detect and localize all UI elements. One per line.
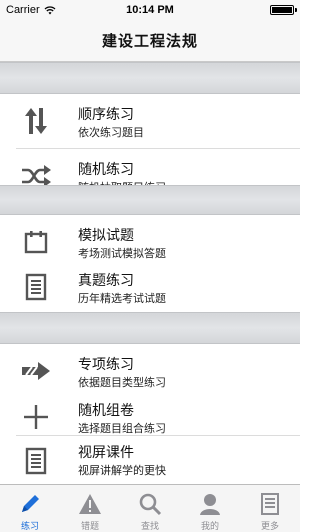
tab-label: 查找 [140, 522, 159, 532]
menu-item-subtitle: 依据题目类型练习 [78, 376, 166, 389]
menu-item-subtitle: 考场测试模拟答题 [78, 247, 166, 260]
pencil-icon [17, 491, 43, 517]
status-bar: Carrier 10:14 PM [0, 0, 300, 20]
document-lines-icon [20, 272, 52, 302]
tab-wrong-questions[interactable]: 错题 [60, 485, 120, 532]
menu-item-subtitle: 选择题目组合练习 [78, 422, 166, 435]
menu-item-title: 视屏课件 [78, 445, 134, 461]
menu-item-subtitle: 依次练习题目 [78, 126, 144, 139]
tab-mine[interactable]: 我的 [180, 485, 240, 532]
tab-label: 我的 [200, 522, 219, 532]
tab-more[interactable]: 更多 [240, 485, 300, 532]
person-icon [197, 491, 223, 517]
tab-label: 练习 [20, 522, 39, 532]
tab-search[interactable]: 查找 [120, 485, 180, 532]
search-icon [137, 491, 163, 517]
menu-item-title: 模拟试题 [78, 228, 134, 244]
battery-icon [270, 5, 297, 15]
menu-item-sequential-practice[interactable]: 顺序练习 依次练习题目 [0, 94, 300, 148]
tab-bar: 练习 错题 查找 我的 更多 [0, 484, 300, 532]
section-separator [0, 62, 300, 94]
section-separator [0, 312, 300, 344]
menu-item-video-courseware[interactable]: 视屏课件 视屏讲解学的更快 [0, 436, 300, 484]
forward-arrow-icon [20, 356, 52, 386]
document-lines-icon [20, 446, 52, 476]
plus-icon [20, 402, 52, 432]
menu-item-past-exams[interactable]: 真题练习 历年精选考试试题 [0, 260, 300, 314]
calendar-icon [20, 227, 52, 257]
menu-item-title: 专项练习 [78, 357, 134, 373]
menu-item-subtitle: 视屏讲解学的更快 [78, 464, 166, 477]
menu-item-title: 随机组卷 [78, 403, 134, 419]
warning-icon [77, 491, 103, 517]
clock: 10:14 PM [126, 4, 174, 16]
up-down-arrows-icon [20, 106, 52, 136]
tab-label: 错题 [80, 522, 99, 532]
section-separator [0, 185, 300, 215]
tab-label: 更多 [260, 522, 279, 532]
menu-item-subtitle: 历年精选考试试题 [78, 292, 166, 305]
page-title: 建设工程法规 [101, 32, 198, 50]
menu-item-title: 随机练习 [78, 162, 134, 178]
navigation-bar: 建设工程法规 [0, 20, 300, 62]
tab-practice[interactable]: 练习 [0, 485, 60, 532]
list-icon [257, 491, 283, 517]
menu-item-title: 真题练习 [78, 273, 134, 289]
menu-item-title: 顺序练习 [78, 107, 134, 123]
